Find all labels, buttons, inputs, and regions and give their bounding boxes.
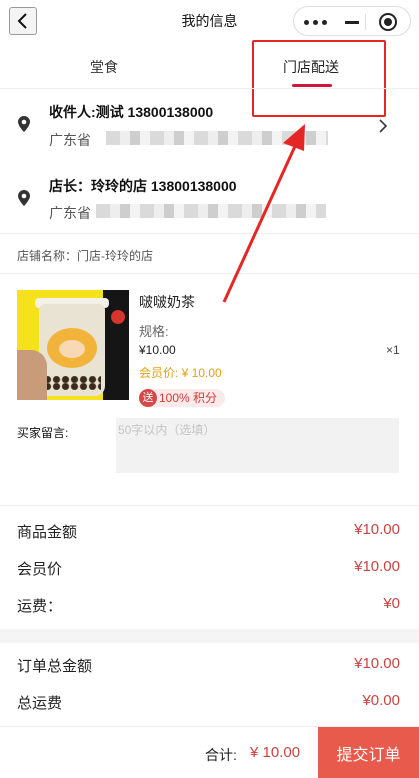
store-name: 店铺名称：门店-玲玲的店 [17,249,153,263]
divider [0,505,419,506]
total-row: 订单总金额 ¥10.00 [0,655,419,675]
divider [0,273,419,274]
total-row: 总运费 ¥0.00 [0,692,419,712]
summary-label: 运费： [17,598,63,615]
product-quantity: ×1 [386,343,400,357]
total-value: ¥10.00 [354,655,400,672]
product-member-price: 会员价: ¥ 10.00 [139,366,222,380]
summary-value: ¥0 [383,595,400,612]
location-pin-icon [18,190,30,206]
capsule-divider [365,14,366,30]
footer-total-label: 合计: [205,747,237,763]
checkout-footer: 合计: ¥ 10.00 提交订单 [0,726,419,778]
footer-total-value: ¥ 10.00 [250,744,301,761]
total-label: 总运费 [17,695,63,712]
summary-value: ¥10.00 [354,521,400,538]
annotation-highlight-box [252,40,386,117]
redacted-address [106,131,328,145]
location-pin-icon [18,116,30,132]
divider [0,233,419,234]
total-label: 订单总金额 [17,658,93,675]
summary-label: 会员价 [17,561,63,578]
section-gap [0,629,419,643]
redacted-address [96,204,326,218]
summary-row: 运费： ¥0 [0,595,419,615]
summary-row: 会员价 ¥10.00 [0,558,419,578]
total-value: ¥0.00 [362,692,400,709]
product-price: ¥10.00 [139,343,176,357]
buyer-note-label: 买家留言: [17,426,69,440]
product-spec: 规格: [139,324,169,339]
points-gift-badge: 送 100% 积分 [139,389,226,407]
close-circle-icon[interactable] [379,13,397,31]
product-name: 啵啵奶茶 [139,294,195,310]
divider [0,88,419,89]
gift-text: 100% 积分 [159,391,218,405]
product-image [17,290,129,400]
receiver-name-phone: 收件人:测试 13800138000 [49,104,214,120]
buyer-note-input[interactable] [116,418,399,473]
summary-label: 商品金额 [17,524,78,541]
receiver-province: 广东省 [49,132,91,148]
nav-bar: 我的信息 [0,0,419,42]
store-owner-name-phone: 店长：玲玲的店 13800138000 [49,178,237,194]
tab-dine-in[interactable]: 堂食 [90,57,118,77]
chevron-right-icon [379,119,388,133]
more-dots-icon[interactable] [304,13,334,31]
gift-icon: 送 [139,389,157,407]
summary-row: 商品金额 ¥10.00 [0,521,419,541]
submit-order-button[interactable]: 提交订单 [318,727,419,778]
summary-value: ¥10.00 [354,558,400,575]
store-owner-province: 广东省 [49,205,91,221]
mini-program-capsule [293,6,411,36]
minimize-icon[interactable] [345,21,359,24]
